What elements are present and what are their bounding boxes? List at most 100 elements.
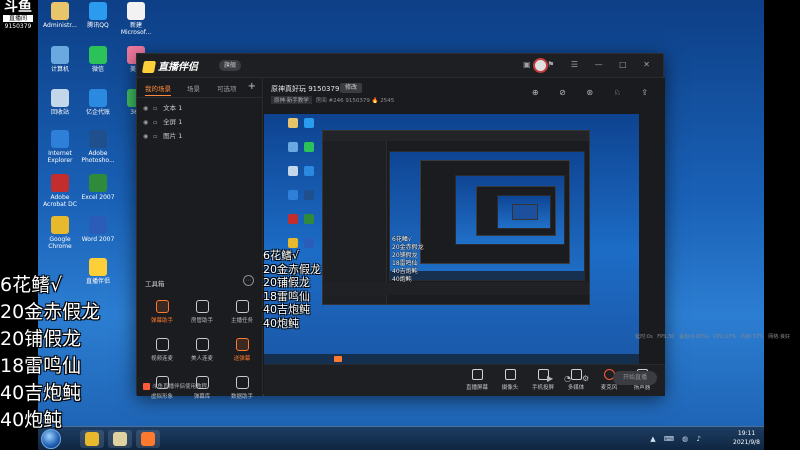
- version-badge[interactable]: 旗舰: [219, 60, 242, 71]
- taskbar-app-game[interactable]: [108, 430, 132, 448]
- tool-item[interactable]: 美人连麦: [185, 338, 219, 362]
- preview-app-dock: [323, 282, 589, 295]
- clock[interactable]: 19:11 2021/9/8: [733, 429, 760, 447]
- tab-optional[interactable]: 可选项: [217, 83, 237, 93]
- room-toolbar-icons[interactable]: ⊕ ⊘ ⊛ ♘ ⇪: [532, 88, 657, 97]
- tool-item[interactable]: 数据助手: [225, 376, 259, 400]
- desktop-icon[interactable]: 直播伴侣: [78, 258, 118, 285]
- toolbox-title: 工具箱: [145, 280, 165, 288]
- app-brand-name: 直播伴侣: [158, 62, 198, 73]
- preview-icon: [304, 142, 314, 152]
- source-button[interactable]: 摄像头: [493, 369, 527, 391]
- preview-icon: [288, 190, 298, 200]
- lock-icon[interactable]: ▫: [153, 117, 161, 129]
- desktop-icon-label: Excel 2007: [81, 194, 115, 201]
- source-button-label: 摄像头: [501, 385, 519, 391]
- preview-nested-desktop: [389, 151, 585, 281]
- stream-preview[interactable]: [264, 114, 639, 364]
- app-icon: [89, 2, 107, 20]
- preview-nested-desktop-3: [497, 195, 551, 229]
- clock-time: 19:11: [737, 430, 756, 437]
- start-button[interactable]: [41, 429, 61, 449]
- eye-icon[interactable]: ◉: [143, 103, 151, 115]
- tool-label: 主播任务: [230, 318, 253, 324]
- more-icon[interactable]: ⋯: [243, 275, 254, 286]
- source-item[interactable]: ◉ ▫ 全屏 1: [143, 116, 182, 128]
- taskbar-app-chrome[interactable]: [80, 430, 104, 448]
- timer-icon[interactable]: ◔: [564, 374, 571, 383]
- window-controls[interactable]: ▣ ⚑ ☰ — □ ✕: [523, 60, 657, 69]
- tool-label: 美人连麦: [190, 356, 213, 362]
- room-stats: 房间 #246 9150379 🔥 2545: [315, 98, 395, 104]
- app-icon: [89, 130, 107, 148]
- tool-item[interactable]: 房管助手: [185, 300, 219, 324]
- app-icon: [89, 216, 107, 234]
- eye-icon[interactable]: ◉: [143, 117, 151, 129]
- status-bar: 延时:0s FPS:30 丢包(0.00%) CPU:17% 内存:37% 网络…: [635, 334, 790, 340]
- desktop-icon[interactable]: Internet Explorer: [40, 130, 80, 164]
- desktop-icon[interactable]: Administr...: [40, 2, 80, 29]
- settings-icon[interactable]: ⚙: [582, 374, 589, 383]
- overlay-text-line: 20铺假龙: [0, 328, 82, 350]
- room-category[interactable]: 原神·新手教学: [271, 96, 312, 104]
- preview-overlay-text-line: 18雷鸣仙: [263, 289, 310, 303]
- overlay-text-line: 40炮鲀: [0, 409, 63, 431]
- preview-overlay-text-line: 20铺假龙: [263, 276, 310, 289]
- preview-app-window: [322, 130, 590, 305]
- live-companion-window: 直播伴侣 旗舰 ▣ ⚑ ☰ — □ ✕ 我的场景 场景 可选项 + ◉ ▫ 文本…: [136, 53, 665, 400]
- source-item[interactable]: ◉ ▫ 图片 1: [143, 130, 182, 142]
- app-icon: [51, 2, 69, 20]
- watermark-logo: 斗鱼: [4, 0, 32, 15]
- tab-scene[interactable]: 场景: [187, 83, 200, 93]
- add-scene-icon[interactable]: +: [248, 81, 256, 92]
- overlay-text-line: 6花鳍√: [0, 274, 63, 296]
- app-icon: [51, 89, 69, 107]
- taskbar-app-live[interactable]: [136, 430, 160, 448]
- source-button-label: 麦克风: [600, 385, 618, 391]
- preview-icon: [288, 142, 298, 152]
- edit-title-button[interactable]: 修改: [340, 83, 363, 93]
- source-button[interactable]: 直播屏幕: [460, 369, 494, 391]
- nested-overlay-text-line: 18雷鸣仙: [392, 260, 418, 267]
- desktop-icon[interactable]: Excel 2007: [78, 174, 118, 201]
- desktop-icon[interactable]: 回收站: [40, 89, 80, 116]
- lock-icon[interactable]: ▫: [153, 131, 161, 143]
- clock-date: 2021/9/8: [733, 439, 760, 446]
- desktop-icon[interactable]: 亿企代账: [78, 89, 118, 116]
- app-icon: [89, 46, 107, 64]
- desktop-icon[interactable]: Word 2007: [78, 216, 118, 243]
- source-label: 图片 1: [163, 132, 183, 140]
- tab-my-scene[interactable]: 我的场景: [145, 83, 171, 96]
- source-label: 全屏 1: [163, 118, 183, 126]
- start-live-button[interactable]: 开始直播: [613, 371, 657, 385]
- lock-icon[interactable]: ▫: [153, 103, 161, 115]
- desktop-icon-label: Adobe Acrobat DC: [43, 194, 77, 208]
- desktop-icon-label: Internet Explorer: [47, 150, 73, 164]
- desktop-icon[interactable]: 腾讯QQ: [78, 2, 118, 29]
- desktop-icon[interactable]: Google Chrome: [40, 216, 80, 250]
- tool-item[interactable]: 视频连麦: [145, 338, 179, 362]
- tool-item[interactable]: 弹幕助手: [145, 300, 179, 324]
- preview-icon: [304, 190, 314, 200]
- eye-icon[interactable]: ◉: [143, 131, 151, 143]
- source-toolbar: 直播屏幕 摄像头 手机投屏 多媒体 麦克风 扬声器 ▶ ◔ ⚙ 开始直播: [264, 364, 665, 396]
- app-icon: [89, 258, 107, 276]
- desktop-icon[interactable]: Adobe Photosho...: [78, 130, 118, 164]
- record-icon[interactable]: ▶: [547, 374, 553, 383]
- tool-item[interactable]: 主播任务: [225, 300, 259, 324]
- source-button-label: 手机投屏: [531, 385, 554, 391]
- tool-item[interactable]: 送弹幕: [225, 338, 259, 362]
- tray-icons[interactable]: ▲ ⌨ ◍ ♪: [650, 435, 704, 443]
- app-logo-icon: [141, 61, 157, 73]
- tutorial-notice[interactable]: 斗鱼直播伴侣使用教程: [143, 382, 207, 390]
- desktop-icon[interactable]: 微信: [78, 46, 118, 73]
- source-button[interactable]: 手机投屏: [526, 369, 560, 391]
- source-item[interactable]: ◉ ▫ 文本 1: [143, 102, 182, 114]
- tool-icon: [235, 338, 249, 351]
- app-brand: 直播伴侣: [141, 58, 198, 73]
- desktop-icon[interactable]: 新建 Microsof...: [116, 2, 156, 36]
- nested-overlay-text-line: 40炮鲀: [392, 276, 412, 283]
- desktop-icon[interactable]: Adobe Acrobat DC: [40, 174, 80, 208]
- desktop-icon[interactable]: 计算机: [40, 46, 80, 73]
- preview-nested-app-3: [512, 204, 538, 220]
